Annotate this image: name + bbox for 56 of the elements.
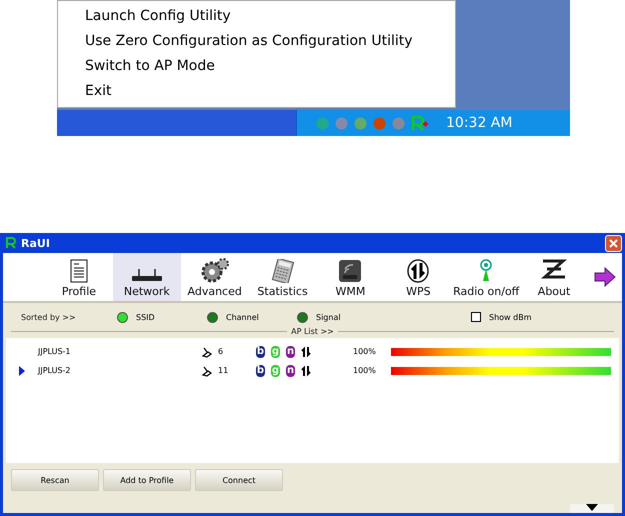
arrow-icon — [594, 267, 616, 287]
toolbar-tab[interactable]: Network — [112, 253, 181, 301]
signal-text: 100% — [353, 347, 377, 356]
caret-icon — [586, 504, 598, 511]
ap-row[interactable]: JJPLUS-2 11 b g n 100% — [6, 361, 619, 380]
action-button[interactable]: Rescan — [11, 469, 99, 491]
toolbar-tab[interactable]: Advanced — [180, 253, 249, 301]
router-icon — [130, 267, 164, 283]
channel-text: 11 — [218, 366, 228, 375]
app-icon — [5, 237, 17, 249]
tray-icon[interactable] — [372, 116, 387, 130]
action-button[interactable]: Add to Profile — [103, 469, 191, 491]
close-button[interactable] — [605, 234, 622, 252]
menu-item[interactable]: Use Zero Configuration as Configuration Utility — [85, 30, 455, 53]
toolbar-tab[interactable]: Radio on/off — [452, 253, 520, 301]
ap-row[interactable]: JJPLUS-1 6 b g n 100% — [6, 342, 619, 361]
mode-badge: g — [271, 364, 280, 376]
close-icon — [609, 238, 618, 248]
tray-icon[interactable] — [315, 116, 330, 130]
arrows-icon — [407, 259, 430, 283]
signal-text: 100% — [353, 366, 377, 375]
tray-icon[interactable] — [410, 115, 428, 131]
mode-badge: n — [286, 364, 295, 376]
expand-button[interactable] — [570, 504, 614, 513]
toolbar-tab[interactable]: WMM — [316, 253, 384, 301]
document-icon — [70, 259, 88, 283]
arrows-icon — [301, 346, 311, 358]
tray-icon[interactable] — [391, 116, 406, 130]
toolbar-tab[interactable]: Profile — [45, 253, 113, 301]
gear-icon — [200, 257, 230, 283]
radio-option[interactable]: Channel — [207, 312, 297, 322]
mode-badge: b — [256, 346, 265, 358]
menu-item[interactable]: Switch to AP Mode — [85, 55, 455, 78]
radio-option[interactable]: SSID — [117, 312, 207, 322]
toolbar-tab[interactable]: WPS — [384, 253, 452, 301]
menu-item[interactable]: Launch Config Utility — [85, 5, 455, 28]
ssid-text[interactable]: JJPLUS-1 — [38, 347, 201, 356]
ssid-text[interactable]: JJPLUS-2 — [38, 366, 201, 375]
channel-text: 6 — [218, 347, 224, 356]
checkbox[interactable]: Show dBm — [471, 312, 532, 322]
arrows-icon — [301, 364, 311, 376]
action-button[interactable]: Connect — [195, 469, 283, 491]
selection-arrow-icon — [19, 366, 25, 376]
clock: 10:32 AM — [446, 115, 512, 131]
mode-badge: n — [286, 346, 295, 358]
menu-item[interactable]: Exit — [85, 80, 455, 103]
radio-option[interactable]: Signal — [297, 312, 387, 322]
list-title: AP List >> — [291, 326, 334, 336]
mode-badge: g — [271, 346, 280, 358]
tray-icon[interactable] — [334, 116, 349, 130]
sort-label: Sorted by >> — [20, 312, 77, 322]
toolbar-tab[interactable]: Statistics — [248, 253, 316, 301]
mode-badge: b — [256, 364, 265, 376]
toolbar-tab[interactable]: About — [520, 253, 588, 301]
tray-icon[interactable] — [353, 116, 368, 130]
window-title: RaUI — [21, 236, 50, 250]
